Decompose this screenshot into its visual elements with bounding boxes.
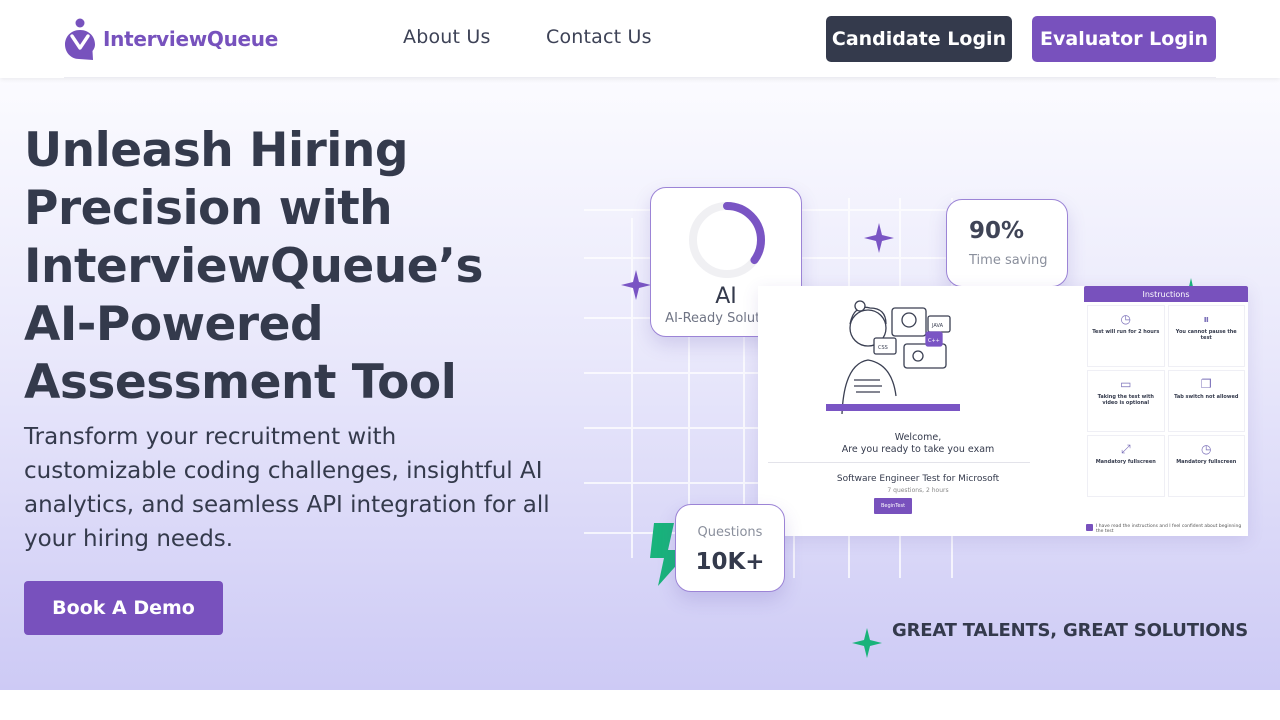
svg-text:C++: C++ [928,338,940,344]
video-icon: ▭ [1120,377,1132,391]
candidate-login-button[interactable]: Candidate Login [826,16,1012,62]
instruction-item: ◷ Test will run for 2 hours [1087,305,1165,367]
instruction-item: ⤢ Mandatory fullscreen [1087,435,1165,497]
instructions-grid: ◷ Test will run for 2 hours ⏸ You cannot p… [1084,302,1248,500]
screen-divider [768,462,1030,463]
page-footer-strip [0,690,1280,720]
timer-icon: ◷ [1120,312,1131,326]
sparkle-icon [864,223,894,253]
begin-test-button: BeginTest [874,498,912,514]
test-name: Software Engineer Test for Microsoft [836,474,1000,484]
book-demo-button[interactable]: Book A Demo [24,581,223,635]
pause-icon: ⏸ [1203,312,1210,326]
instruction-item: ⏸ You cannot pause the test [1167,305,1245,367]
exam-screen-mockup: CSS JAVA C++ Welcome, Are you ready to t… [758,286,1248,536]
time-saving-card: 90% Time saving [946,199,1068,287]
instructions-ack: I have read the instructions and I feel … [1096,524,1242,534]
site-header: InterviewQueue About Us Contact Us Candi… [0,0,1280,78]
instruction-item: ▭ Taking the test with video is optional [1087,370,1165,432]
nav-about-us[interactable]: About Us [403,26,491,48]
sparkle-icon [621,270,651,300]
questions-card: Questions 10K+ [675,504,785,592]
instructions-panel: Instructions ◷ Test will run for 2 hours … [1084,286,1248,536]
sparkle-icon [852,628,882,658]
tabs-icon: ❐ [1200,377,1212,391]
fullscreen-icon: ⤢ [1120,442,1131,456]
test-meta: 7 questions, 2 hours [887,487,949,494]
header-divider [64,77,1216,78]
questions-label: Questions [697,525,763,540]
welcome-text: Welcome, Are you ready to take you exam [758,432,1078,456]
svg-text:JAVA: JAVA [931,323,944,329]
nav-contact-us[interactable]: Contact Us [546,26,652,48]
time-saving-label: Time saving [969,253,1048,268]
instruction-item: ❐ Tab switch not allowed [1167,370,1245,432]
hero-title: Unleash Hiring Precision with InterviewQ… [24,123,483,410]
brand-name: InterviewQueue [103,27,279,51]
welcome-line-1: Welcome, [894,432,942,443]
svg-text:CSS: CSS [878,345,888,351]
hero-illustration: AI AI-Ready Solutions 90% Time saving CS… [584,178,1264,678]
tagline: GREAT TALENTS, GREAT SOLUTIONS [892,620,1249,641]
questions-value: 10K+ [695,549,765,575]
time-saving-value: 90% [969,218,1025,244]
hero-subtitle: Transform your recruitment with customiz… [24,424,550,552]
logo-icon [64,17,96,61]
person-illustration: CSS JAVA C++ [826,300,960,415]
hero-section: Unleash Hiring Precision with InterviewQ… [0,78,1280,690]
timer-icon: ◷ [1201,442,1212,456]
welcome-line-2: Are you ready to take you exam [841,444,995,455]
evaluator-login-button[interactable]: Evaluator Login [1032,16,1216,62]
instruction-item: ◷ Mandatory fullscreen [1167,435,1245,497]
brand-logo[interactable]: InterviewQueue [64,17,278,61]
instructions-title: Instructions [1084,286,1248,302]
progress-ring [689,202,765,278]
